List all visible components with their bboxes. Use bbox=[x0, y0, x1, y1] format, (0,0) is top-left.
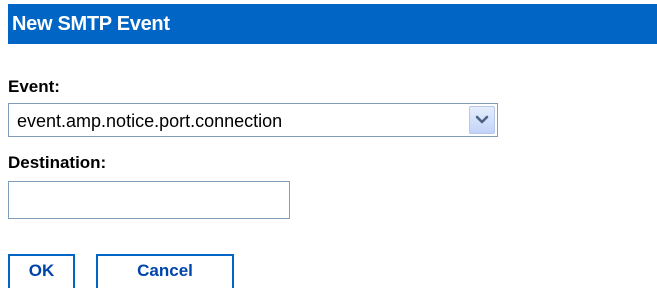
ok-button[interactable]: OK bbox=[8, 254, 75, 288]
dialog-title-bar: New SMTP Event bbox=[8, 4, 657, 44]
chevron-down-icon bbox=[475, 115, 489, 124]
event-label: Event: bbox=[8, 77, 60, 96]
destination-label: Destination: bbox=[8, 153, 107, 172]
dropdown-button[interactable] bbox=[469, 106, 495, 134]
dialog-title: New SMTP Event bbox=[12, 12, 170, 35]
cancel-button[interactable]: Cancel bbox=[96, 254, 234, 288]
event-select-value: event.amp.notice.port.connection bbox=[17, 111, 283, 131]
destination-input[interactable] bbox=[8, 181, 290, 219]
event-select[interactable]: event.amp.notice.port.connection bbox=[8, 103, 498, 137]
